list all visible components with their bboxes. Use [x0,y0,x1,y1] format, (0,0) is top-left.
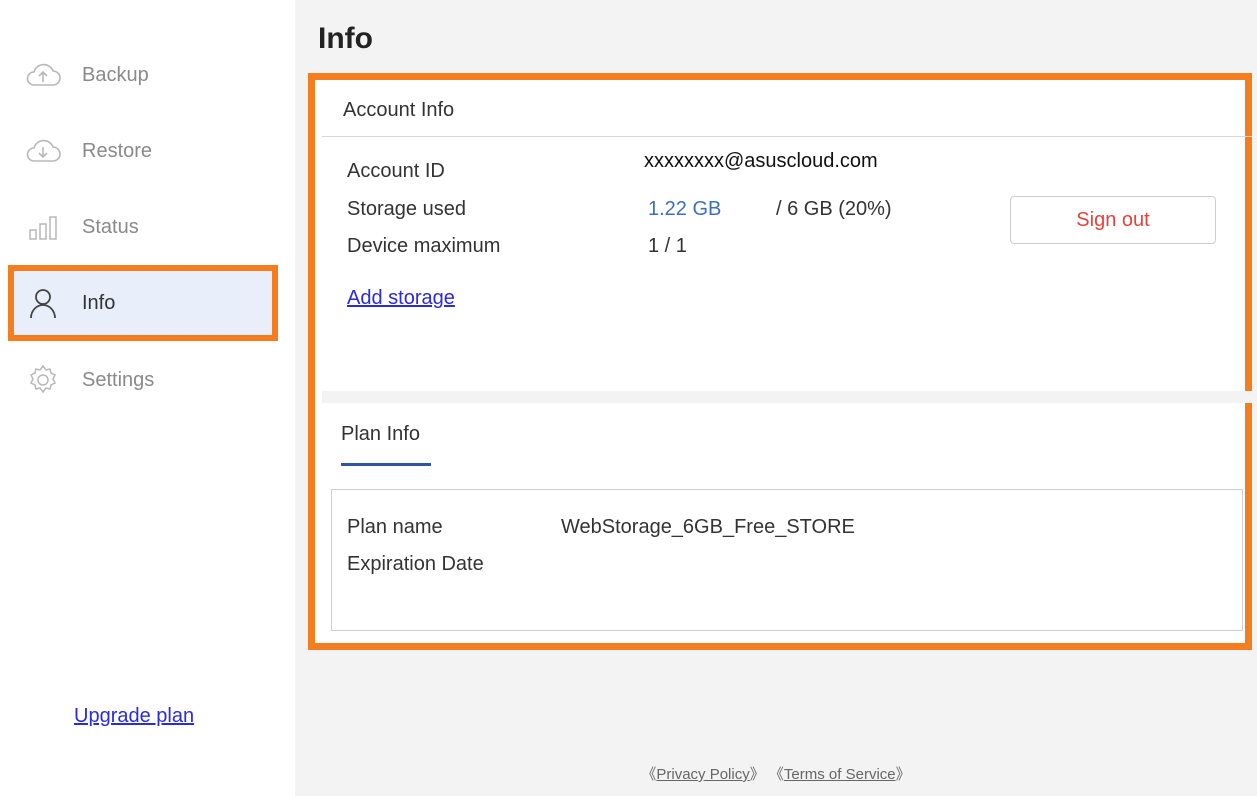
sidebar-item-label: Info [82,291,116,314]
bracket-close: 》 [749,766,765,783]
footer-links: 《Privacy Policy》 《Terms of Service》 [295,763,1257,784]
add-storage-link[interactable]: Add storage [347,287,455,310]
sidebar-item-settings[interactable]: Settings [22,350,272,410]
sidebar-item-label: Settings [82,368,155,391]
terms-of-service-link[interactable]: Terms of Service [784,766,896,783]
plan-name-label: Plan name [347,516,443,538]
user-icon [22,285,64,321]
sidebar-item-restore[interactable]: Restore [22,121,272,181]
bracket-close: 》 [895,766,911,783]
section-divider [322,391,1252,403]
upgrade-plan-link[interactable]: Upgrade plan [74,705,194,728]
account-info-header: Account Info [322,87,1252,137]
privacy-policy-link[interactable]: Privacy Policy [656,766,749,783]
sidebar-item-label: Status [82,215,139,238]
device-maximum-value: 1 / 1 [648,235,687,257]
storage-used-label: Storage used [347,198,466,220]
sidebar: Backup Restore Status Info Settings Upgr… [0,0,295,796]
expiration-date-label: Expiration Date [347,553,484,575]
tab-plan-info[interactable]: Plan Info [341,423,420,446]
tab-underline [341,463,431,466]
bracket-open: 《 [641,766,657,783]
storage-total-value: / 6 GB (20%) [776,198,892,220]
sidebar-item-status[interactable]: Status [22,197,272,257]
storage-used-value: 1.22 GB [648,198,722,220]
highlight-frame: Account Info Account ID xxxxxxxx@asusclo… [308,73,1252,650]
bar-chart-icon [22,209,64,245]
plan-name-value: WebStorage_6GB_Free_STORE [561,516,855,538]
account-id-label: Account ID [347,160,445,182]
sidebar-item-label: Backup [82,63,149,86]
page-title: Info [318,22,373,55]
cloud-upload-icon [22,57,64,93]
section-title: Account Info [343,99,455,121]
account-id-value: xxxxxxxx@asuscloud.com [644,150,878,172]
sidebar-item-info[interactable]: Info [22,273,272,333]
sign-out-button[interactable]: Sign out [1010,196,1216,244]
sidebar-item-label: Restore [82,139,153,162]
sidebar-item-backup[interactable]: Backup [22,45,272,105]
main-content: Info Account Info Account ID xxxxxxxx@as… [295,0,1257,796]
bracket-open: 《 [768,766,784,783]
device-maximum-label: Device maximum [347,235,501,257]
cloud-download-icon [22,133,64,169]
plan-info-panel: Plan name WebStorage_6GB_Free_STORE Expi… [331,489,1243,631]
gear-icon [22,362,64,398]
